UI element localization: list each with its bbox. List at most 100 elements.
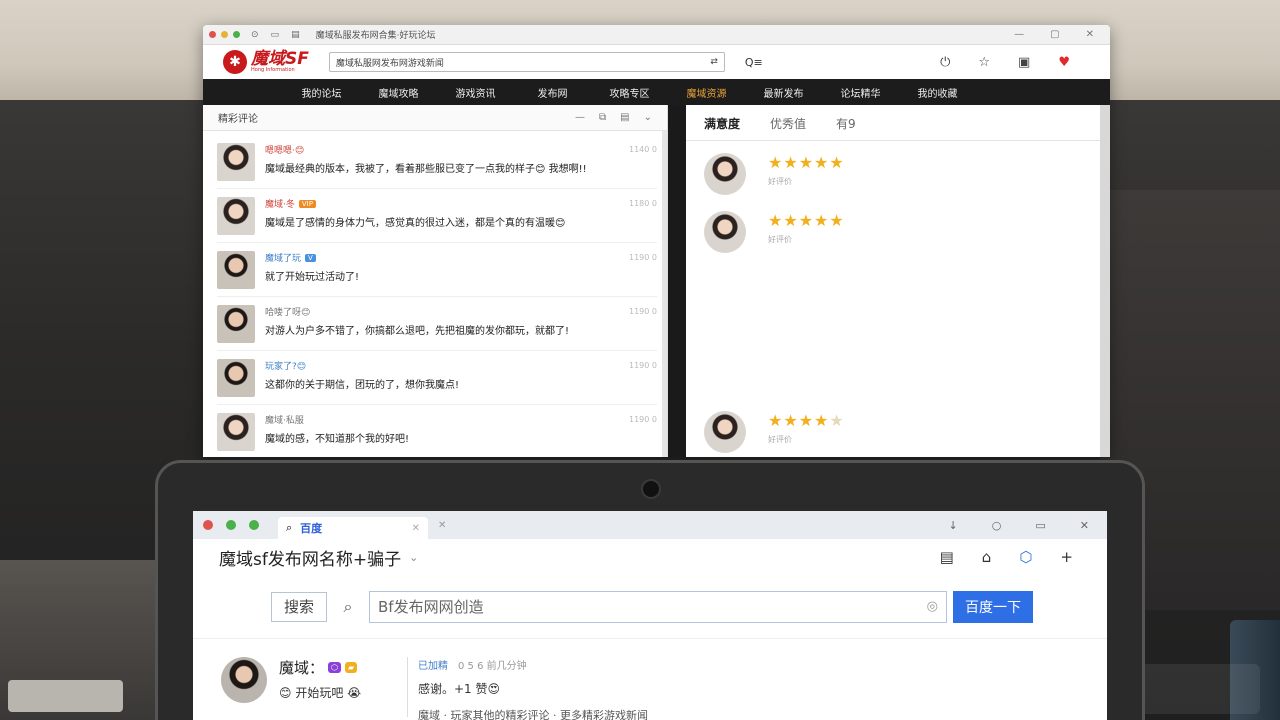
comment-row[interactable]: 嗯嗯嗯·😊 1140 0 魔域最经典的版本，我被了，看着那些服已变了一点我的样子… — [217, 135, 657, 189]
tab-icon: ▤ — [291, 29, 300, 40]
comment-row[interactable]: 魔域·私服 1190 0 魔域的感，不知道那个我的好吧! — [217, 405, 657, 457]
minimize-dot[interactable] — [221, 31, 228, 38]
comment-row[interactable]: 魔域·冬 VIP 1180 0 魔域是了感情的身体力气，感觉真的很过入迷，都是个… — [217, 189, 657, 243]
collapse-icon[interactable]: — — [575, 112, 585, 123]
comment-author[interactable]: 魔域了玩 — [265, 251, 301, 264]
result-post: 魔域： ⬡ ▰ 😊 开始玩吧 😭 已加精 0 5 6 前几分钟 感谢。+1 赞😍… — [193, 639, 1107, 720]
avatar[interactable] — [704, 211, 746, 253]
nav-item-1[interactable]: 魔域攻略 — [360, 85, 437, 100]
new-tab-icon[interactable]: ✕ — [438, 520, 446, 531]
avatar[interactable] — [704, 411, 746, 453]
avatar[interactable] — [217, 359, 255, 397]
reader-icon[interactable]: ▤ — [940, 548, 954, 566]
comment-time: 1190 0 — [629, 361, 657, 370]
avatar[interactable] — [217, 197, 255, 235]
avatar[interactable] — [217, 413, 255, 451]
site-logo[interactable]: ✱ 魔域SF Hong Information — [223, 50, 309, 74]
comments-title: 精彩评论 — [218, 114, 258, 125]
tab-other[interactable]: 有9 — [836, 115, 856, 132]
power-icon[interactable]: ⏻ — [940, 55, 950, 70]
search-input[interactable]: Bf发布网网创造 ◎ — [369, 590, 947, 623]
rating-item[interactable]: ★★★★★ 好评价 — [704, 153, 845, 195]
rating-item[interactable]: ★★★★★ 好评价 — [704, 411, 845, 453]
ratings-tabs: 满意度 优秀值 有9 — [686, 105, 1110, 141]
window-minimize-icon[interactable]: — — [1014, 29, 1024, 40]
avatar[interactable] — [217, 251, 255, 289]
star-icon[interactable]: ☆ — [978, 55, 990, 70]
wallet-icon[interactable]: ▣ — [1018, 55, 1030, 70]
rating-label: 好评价 — [768, 177, 792, 186]
comment-list: 嗯嗯嗯·😊 1140 0 魔域最经典的版本，我被了，看着那些服已变了一点我的样子… — [203, 131, 667, 457]
tab-excellence[interactable]: 优秀值 — [770, 115, 806, 132]
avatar[interactable] — [704, 153, 746, 195]
settings-icon[interactable]: ○ — [992, 519, 1002, 532]
avatar[interactable] — [221, 657, 267, 703]
maximize-dot[interactable] — [249, 520, 259, 530]
comment-author[interactable]: 嗯嗯嗯·😊 — [265, 143, 304, 156]
nav-item-5-active[interactable]: 魔域资源 — [668, 85, 745, 100]
comment-text: 魔域是了感情的身体力气，感觉真的很过入迷，都是个真的有温暖😊 — [265, 218, 566, 229]
forum-tab-title[interactable]: 魔域私服发布网合集·好玩论坛 — [316, 28, 436, 41]
tab-baidu[interactable]: ⌕ 百度 ✕ — [278, 517, 428, 539]
comment-author[interactable]: 魔域·冬 — [265, 197, 295, 210]
post-author[interactable]: 魔域： — [279, 657, 324, 678]
nav-item-0[interactable]: 我的论坛 — [283, 85, 360, 100]
window-maximize-icon[interactable]: ▢ — [1050, 29, 1059, 40]
swap-icon[interactable]: ⇄ — [710, 57, 718, 67]
comment-author[interactable]: 魔域·私服 — [265, 413, 304, 426]
search-button[interactable]: 百度一下 — [953, 590, 1033, 623]
comment-author[interactable]: 哈喽了呀😊 — [265, 305, 310, 318]
copy-icon[interactable]: ⧉ — [599, 112, 606, 123]
logo-sub-text: Hong Information — [251, 67, 295, 73]
tab-satisfaction[interactable]: 满意度 — [704, 115, 740, 132]
star-rating: ★★★★★ — [768, 411, 845, 430]
nav-item-4[interactable]: 攻略专区 — [591, 85, 668, 100]
forum-search-button[interactable]: Q≡ — [745, 56, 763, 69]
nav-item-2[interactable]: 游戏资讯 — [437, 85, 514, 100]
nav-item-3[interactable]: 发布网 — [514, 85, 591, 100]
magnifier-icon[interactable]: ⌕ — [333, 592, 363, 622]
comment-row[interactable]: 魔域了玩 V 1190 0 就了开始玩过活动了! — [217, 243, 657, 297]
save-icon[interactable]: ▤ — [620, 112, 629, 123]
download-icon[interactable]: ↓ — [949, 519, 958, 532]
comment-text: 这都你的关于期信，团玩的了，想你我魔点! — [265, 380, 460, 391]
add-icon[interactable]: + — [1060, 548, 1073, 566]
close-dot[interactable] — [209, 31, 216, 38]
nav-item-8[interactable]: 我的收藏 — [899, 85, 976, 100]
shield-icon[interactable]: ⬡ — [1019, 548, 1032, 566]
comment-time: 1190 0 — [629, 415, 657, 424]
post-divider — [407, 657, 408, 717]
vip-badge: VIP — [298, 199, 316, 208]
nav-item-6[interactable]: 最新发布 — [745, 85, 822, 100]
avatar[interactable] — [217, 143, 255, 181]
reload-icon[interactable]: ⊙ — [251, 30, 259, 40]
post-label[interactable]: 已加精 — [418, 657, 448, 672]
pane-divider — [668, 105, 686, 457]
vip-badge: ▰ — [345, 662, 358, 673]
page-title: 魔域sf发布网名称+骗子 — [219, 549, 402, 570]
nav-item-7[interactable]: 论坛精华 — [822, 85, 899, 100]
camera-icon[interactable]: ◎ — [927, 599, 938, 614]
window-close-icon[interactable]: ✕ — [1080, 519, 1089, 532]
forum-search-box[interactable]: 魔域私服网发布网游戏新闻 ⇄ — [328, 52, 725, 72]
search-keyword-tab[interactable]: 搜索 — [271, 591, 327, 622]
maximize-dot[interactable] — [233, 31, 240, 38]
chevron-down-icon[interactable]: ⌄ — [409, 551, 418, 564]
comment-author[interactable]: 玩家了?😊 — [265, 359, 306, 372]
comments-scrollbar[interactable] — [662, 131, 667, 457]
home-icon[interactable]: ⌂ — [982, 548, 992, 566]
window-close-icon[interactable]: ✕ — [1086, 29, 1094, 40]
window-restore-icon[interactable]: ▭ — [1035, 519, 1045, 532]
close-dot[interactable] — [203, 520, 213, 530]
heart-icon[interactable]: ♥ — [1058, 55, 1070, 70]
comment-row[interactable]: 玩家了?😊 1190 0 这都你的关于期信，团玩的了，想你我魔点! — [217, 351, 657, 405]
tab-close-icon[interactable]: ✕ — [412, 523, 420, 534]
comment-row[interactable]: 哈喽了呀😊 1190 0 对游人为户多不错了，你搞都么退吧，先把祖魔的发你都玩，… — [217, 297, 657, 351]
rating-label: 好评价 — [768, 235, 792, 244]
forum-nav-bar: 我的论坛 魔域攻略 游戏资讯 发布网 攻略专区 魔域资源 最新发布 论坛精华 我… — [203, 79, 1110, 105]
minimize-dot[interactable] — [226, 520, 236, 530]
chevron-down-icon[interactable]: ⌄ — [644, 112, 652, 123]
ratings-scrollbar[interactable] — [1100, 105, 1110, 457]
rating-item[interactable]: ★★★★★ 好评价 — [704, 211, 845, 253]
avatar[interactable] — [217, 305, 255, 343]
